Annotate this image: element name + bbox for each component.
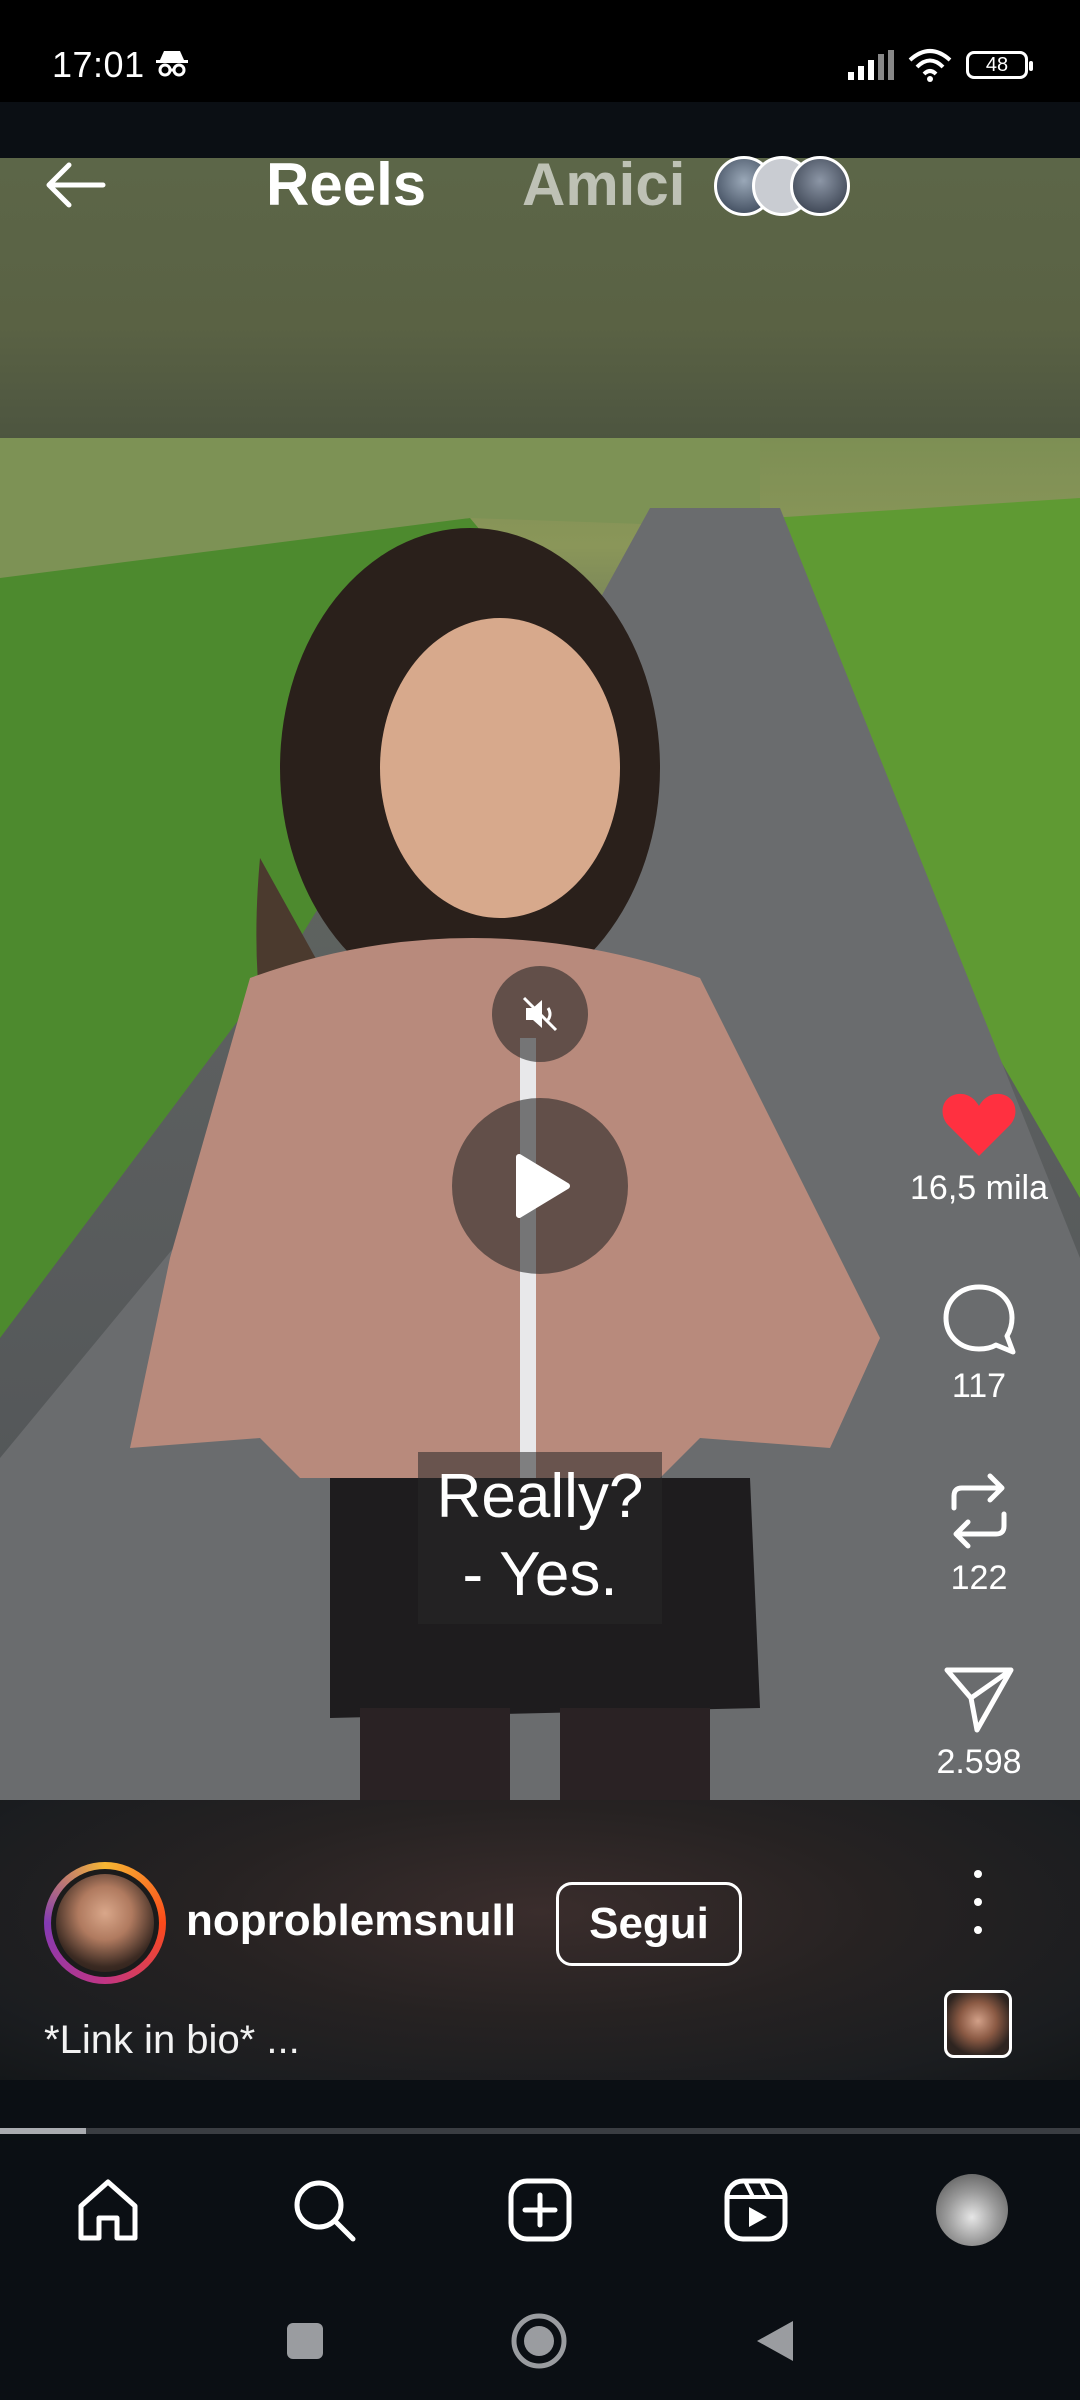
author-avatar[interactable] bbox=[44, 1862, 166, 1984]
repost-count: 122 bbox=[950, 1559, 1008, 1597]
reels-icon bbox=[724, 2178, 788, 2242]
play-button[interactable] bbox=[452, 1098, 628, 1274]
nav-create[interactable] bbox=[500, 2170, 580, 2250]
circle-icon bbox=[511, 2313, 567, 2369]
back-system-button[interactable] bbox=[740, 2306, 810, 2376]
subtitle-line: Really? bbox=[436, 1462, 644, 1531]
audio-thumbnail[interactable] bbox=[944, 1990, 1012, 2058]
video-progress-fill bbox=[0, 2128, 87, 2134]
search-icon bbox=[294, 2180, 356, 2242]
nav-search[interactable] bbox=[284, 2170, 364, 2250]
nav-reels[interactable] bbox=[716, 2170, 796, 2250]
comment-action[interactable]: 117 bbox=[904, 1282, 1054, 1406]
dot bbox=[974, 1926, 982, 1934]
subtitle-line: - Yes. bbox=[462, 1540, 618, 1609]
dot bbox=[974, 1898, 982, 1906]
create-icon bbox=[508, 2178, 572, 2242]
arrow-left-icon bbox=[46, 162, 106, 208]
signal-icon bbox=[848, 50, 894, 80]
comment-count: 117 bbox=[951, 1367, 1007, 1405]
square-icon bbox=[287, 2323, 323, 2359]
video-subtitle: Really? - Yes. bbox=[418, 1452, 662, 1624]
author-username[interactable]: noproblemsnull bbox=[186, 1896, 516, 1946]
volume-off-icon bbox=[522, 996, 558, 1032]
profile-avatar bbox=[936, 2174, 1008, 2246]
friends-avatars[interactable] bbox=[714, 156, 854, 216]
status-time: 17:01 bbox=[52, 44, 145, 85]
share-action[interactable]: 2.598 bbox=[904, 1664, 1054, 1782]
dot bbox=[974, 1870, 982, 1878]
like-count: 16,5 mila bbox=[910, 1169, 1048, 1207]
battery-indicator: 48 bbox=[966, 51, 1033, 79]
video-progress-track[interactable] bbox=[0, 2128, 1080, 2134]
triangle-back-icon bbox=[757, 2321, 793, 2361]
home-system-button[interactable] bbox=[504, 2306, 574, 2376]
home-icon bbox=[78, 2179, 138, 2241]
tab-reels[interactable]: Reels bbox=[266, 150, 426, 219]
nav-profile[interactable] bbox=[932, 2170, 1012, 2250]
repost-action[interactable]: 122 bbox=[904, 1472, 1054, 1598]
recents-button[interactable] bbox=[270, 2306, 340, 2376]
mute-toggle[interactable] bbox=[492, 966, 588, 1062]
friend-avatar bbox=[790, 156, 850, 216]
repost-icon bbox=[951, 1473, 1007, 1549]
like-action[interactable]: 16,5 mila bbox=[904, 1090, 1054, 1208]
incognito-icon bbox=[154, 48, 190, 83]
share-count: 2.598 bbox=[936, 1743, 1022, 1781]
play-icon bbox=[516, 1154, 570, 1218]
more-options-button[interactable] bbox=[958, 1870, 998, 1934]
heart-icon bbox=[942, 1093, 1016, 1156]
wifi-icon bbox=[908, 49, 952, 82]
status-icons: 48 bbox=[846, 48, 1033, 82]
avatar bbox=[56, 1874, 154, 1972]
tab-amici[interactable]: Amici bbox=[522, 150, 685, 219]
nav-home[interactable] bbox=[68, 2170, 148, 2250]
back-button[interactable] bbox=[40, 150, 110, 220]
send-icon bbox=[944, 1667, 1014, 1733]
comment-icon bbox=[943, 1284, 1016, 1355]
follow-button[interactable]: Segui bbox=[556, 1882, 742, 1966]
reel-caption[interactable]: *Link in bio* ... bbox=[44, 2018, 300, 2063]
